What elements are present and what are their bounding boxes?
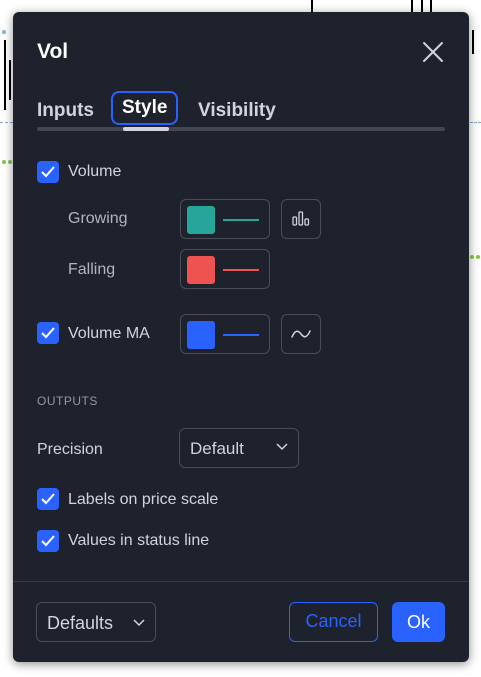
defaults-label: Defaults — [47, 613, 114, 633]
volume-ma-checkbox[interactable] — [37, 322, 59, 344]
growing-line-swatch — [223, 219, 259, 221]
outputs-heading: OUTPUTS — [37, 394, 98, 408]
indicator-settings-dialog: Vol Inputs Style Visibility Volume Growi… — [13, 12, 469, 662]
chart-dot — [476, 255, 480, 259]
growing-label: Growing — [68, 210, 128, 227]
values-in-status-line-checkbox[interactable] — [37, 530, 59, 552]
falling-color-picker[interactable] — [180, 249, 270, 289]
chart-candle — [311, 0, 313, 12]
close-button[interactable] — [421, 40, 445, 64]
growing-color-swatch — [187, 206, 215, 234]
values-in-status-line-label: Values in status line — [68, 532, 210, 549]
chart-dashed-line — [0, 122, 13, 123]
close-icon — [423, 42, 443, 62]
chart-dot — [8, 160, 12, 164]
precision-select[interactable]: Default — [179, 428, 299, 468]
falling-label: Falling — [68, 261, 116, 278]
check-icon — [41, 493, 55, 505]
ok-button[interactable]: Ok — [392, 602, 445, 642]
precision-label: Precision — [37, 441, 103, 458]
volume-ma-label: Volume MA — [68, 325, 150, 342]
chart-candle — [430, 0, 432, 12]
chart-dashed-line — [470, 122, 481, 123]
falling-line-swatch — [223, 269, 259, 271]
volume-ma-color-picker[interactable] — [180, 314, 270, 354]
volume-label: Volume — [68, 163, 122, 180]
chevron-down-icon — [276, 443, 288, 451]
chart-dot — [2, 160, 6, 164]
cancel-button[interactable]: Cancel — [289, 602, 378, 642]
chart-candle — [411, 0, 413, 12]
check-icon — [41, 535, 55, 547]
plot-style-button[interactable] — [281, 199, 321, 239]
defaults-dropdown[interactable]: Defaults — [36, 602, 156, 642]
line-style-button[interactable] — [281, 314, 321, 354]
falling-color-swatch — [187, 256, 215, 284]
volume-checkbox[interactable] — [37, 161, 59, 183]
labels-on-price-scale-checkbox[interactable] — [37, 488, 59, 510]
chart-candle — [4, 40, 6, 110]
active-tab-indicator — [123, 127, 169, 131]
chart-dot — [470, 255, 474, 259]
check-icon — [41, 327, 55, 339]
chart-candle — [472, 30, 474, 54]
tab-style[interactable]: Style — [111, 91, 179, 125]
wave-line-icon — [291, 330, 311, 338]
labels-on-price-scale-label: Labels on price scale — [68, 491, 219, 508]
check-icon — [41, 166, 55, 178]
chart-candle — [9, 60, 11, 100]
chart-candle — [421, 0, 423, 12]
growing-color-picker[interactable] — [180, 199, 270, 239]
columns-icon — [292, 211, 310, 226]
chevron-down-icon — [133, 619, 145, 627]
tab-track — [37, 127, 445, 131]
volume-ma-line-swatch — [223, 334, 259, 336]
dialog-title: Vol — [37, 40, 69, 63]
volume-ma-color-swatch — [187, 321, 215, 349]
footer-divider — [13, 581, 469, 582]
chart-dot — [2, 30, 6, 34]
precision-value: Default — [190, 439, 244, 458]
